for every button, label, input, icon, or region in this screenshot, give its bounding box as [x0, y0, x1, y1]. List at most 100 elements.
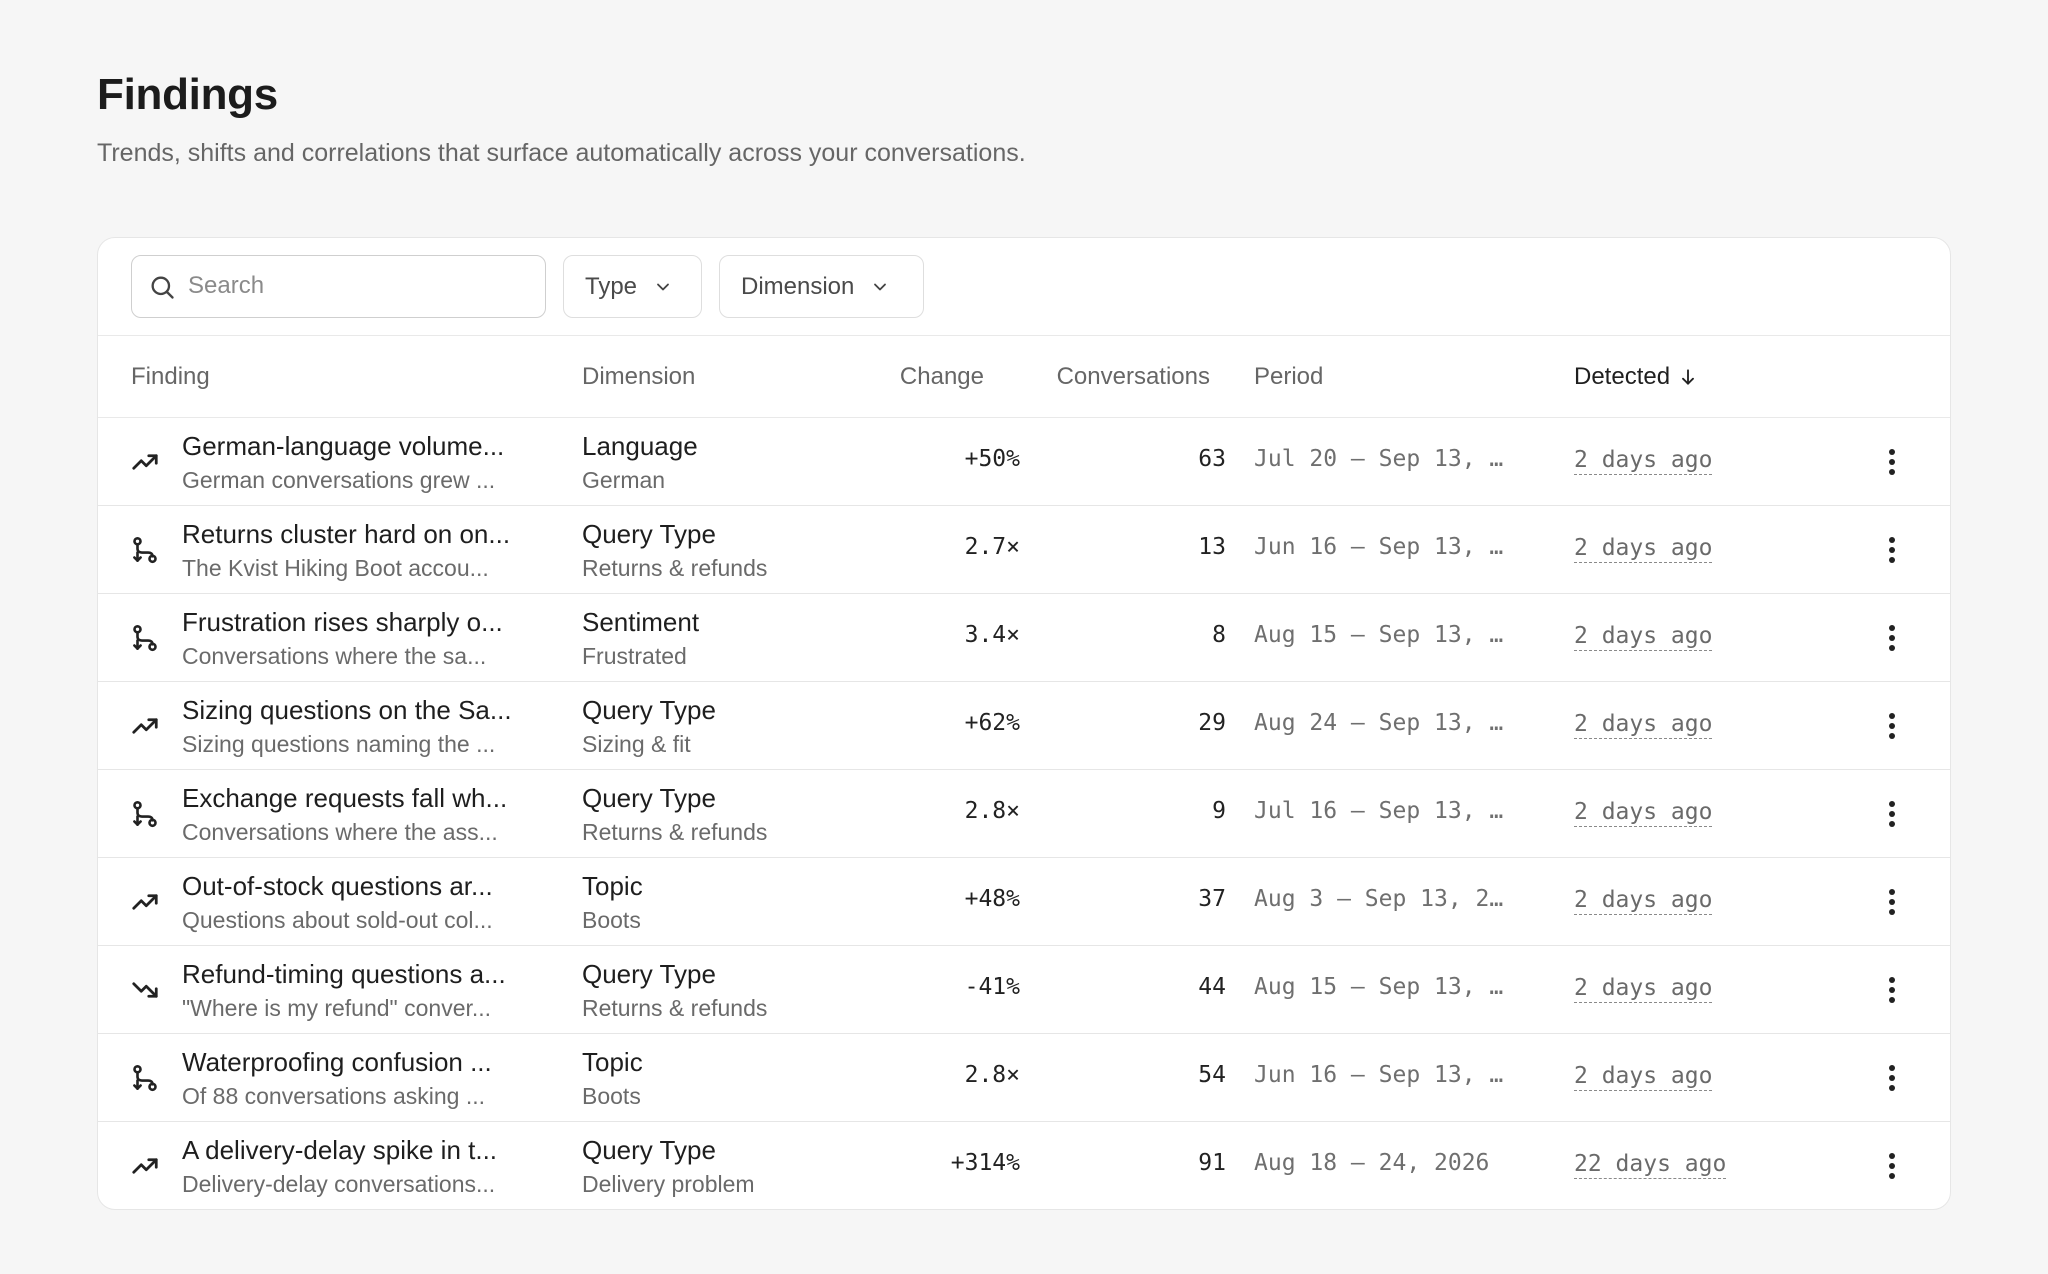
dimension-value: Delivery problem: [582, 1171, 755, 1197]
dimension-name: Query Type: [582, 519, 716, 549]
finding-title[interactable]: Out-of-stock questions ar...: [182, 871, 493, 902]
type-filter-button[interactable]: Type: [563, 255, 702, 318]
column-header-conversations[interactable]: Conversations: [1057, 363, 1210, 391]
table-row[interactable]: Sizing questions on the Sa... Sizing ques…: [98, 682, 1950, 770]
conversation-count: 37: [1198, 886, 1226, 912]
finding-title[interactable]: A delivery-delay spike in t...: [182, 1135, 497, 1166]
dimension-name: Topic: [582, 871, 643, 901]
change-value: +50%: [964, 446, 1020, 472]
dimension-name: Query Type: [582, 959, 716, 989]
dimension-value: Boots: [582, 907, 641, 933]
trend-down-icon: [130, 975, 160, 1005]
change-value: 2.7×: [964, 534, 1020, 560]
detected-time[interactable]: 2 days ago: [1574, 798, 1713, 827]
detected-time[interactable]: 2 days ago: [1574, 1062, 1713, 1091]
row-actions-button[interactable]: [1876, 1060, 1908, 1096]
table-header: Finding Dimension Change Conversations P…: [98, 336, 1950, 418]
conversation-count: 8: [1212, 622, 1226, 648]
dimension-value: Frustrated: [582, 643, 687, 669]
more-vertical-icon: [1889, 625, 1895, 651]
finding-title[interactable]: Frustration rises sharply o...: [182, 607, 503, 638]
period-range: Aug 24 – Sep 13, …: [1254, 710, 1504, 736]
trend-up-icon: [130, 1151, 160, 1181]
finding-description: Delivery-delay conversations...: [182, 1171, 496, 1197]
search-box[interactable]: [131, 255, 546, 318]
table-row[interactable]: German-language volume... German conversa…: [98, 418, 1950, 506]
correlation-icon: [130, 535, 160, 565]
detected-time[interactable]: 2 days ago: [1574, 974, 1713, 1003]
detected-time[interactable]: 2 days ago: [1574, 622, 1713, 651]
table-row[interactable]: Frustration rises sharply o... Conversati…: [98, 594, 1950, 682]
detected-header-label: Detected: [1574, 363, 1671, 390]
table-row[interactable]: Exchange requests fall wh... Conversation…: [98, 770, 1950, 858]
row-actions-button[interactable]: [1876, 884, 1908, 920]
row-actions-button[interactable]: [1876, 444, 1908, 480]
page-title: Findings: [97, 70, 278, 119]
dimension-name: Sentiment: [582, 607, 700, 637]
conversation-count: 63: [1198, 446, 1226, 472]
column-header-finding[interactable]: Finding: [131, 363, 210, 391]
table-row[interactable]: Waterproofing confusion ... Of 88 convers…: [98, 1034, 1950, 1122]
conversation-count: 9: [1212, 798, 1226, 824]
finding-title[interactable]: German-language volume...: [182, 431, 504, 462]
detected-time[interactable]: 22 days ago: [1574, 1150, 1727, 1179]
finding-title[interactable]: Exchange requests fall wh...: [182, 783, 507, 814]
detected-time[interactable]: 2 days ago: [1574, 710, 1713, 739]
finding-title[interactable]: Refund-timing questions a...: [182, 959, 506, 990]
column-header-dimension[interactable]: Dimension: [582, 363, 695, 391]
finding-description: Conversations where the sa...: [182, 643, 487, 669]
detected-time[interactable]: 2 days ago: [1574, 534, 1713, 563]
change-value: +314%: [950, 1150, 1020, 1176]
finding-description: Sizing questions naming the ...: [182, 731, 496, 757]
period-range: Jun 16 – Sep 13, …: [1254, 534, 1504, 560]
detected-time[interactable]: 2 days ago: [1574, 446, 1713, 475]
trend-up-icon: [130, 711, 160, 741]
change-value: +48%: [964, 886, 1020, 912]
change-value: -41%: [964, 974, 1020, 1000]
period-range: Aug 18 – 24, 2026: [1254, 1150, 1490, 1176]
dimension-filter-button[interactable]: Dimension: [719, 255, 924, 318]
chevron-down-icon: [657, 283, 669, 290]
finding-description: "Where is my refund" conver...: [182, 995, 492, 1021]
more-vertical-icon: [1889, 1153, 1895, 1179]
row-actions-button[interactable]: [1876, 972, 1908, 1008]
detected-time[interactable]: 2 days ago: [1574, 886, 1713, 915]
table-row[interactable]: Returns cluster hard on on... The Kvist H…: [98, 506, 1950, 594]
more-vertical-icon: [1889, 889, 1895, 915]
dimension-value: Boots: [582, 1083, 641, 1109]
dimension-name: Query Type: [582, 783, 716, 813]
finding-title[interactable]: Waterproofing confusion ...: [182, 1047, 492, 1078]
dimension-name: Topic: [582, 1047, 643, 1077]
column-header-change[interactable]: Change: [900, 363, 984, 391]
finding-title[interactable]: Returns cluster hard on on...: [182, 519, 510, 550]
period-range: Jul 20 – Sep 13, …: [1254, 446, 1504, 472]
period-range: Aug 15 – Sep 13, …: [1254, 974, 1504, 1000]
search-input[interactable]: [188, 256, 528, 316]
table-row[interactable]: Refund-timing questions a... "Where is my…: [98, 946, 1950, 1034]
row-actions-button[interactable]: [1876, 532, 1908, 568]
row-actions-button[interactable]: [1876, 620, 1908, 656]
dimension-name: Query Type: [582, 695, 716, 725]
more-vertical-icon: [1889, 449, 1895, 475]
row-actions-button[interactable]: [1876, 1148, 1908, 1184]
finding-description: The Kvist Hiking Boot accou...: [182, 555, 489, 581]
conversation-count: 54: [1198, 1062, 1226, 1088]
page-subtitle: Trends, shifts and correlations that sur…: [97, 139, 1026, 167]
column-header-period[interactable]: Period: [1254, 363, 1323, 391]
dimension-filter-label: Dimension: [741, 272, 855, 300]
table-row[interactable]: A delivery-delay spike in t... Delivery-d…: [98, 1122, 1950, 1209]
trend-up-icon: [130, 887, 160, 917]
row-actions-button[interactable]: [1876, 708, 1908, 744]
change-value: 2.8×: [964, 1062, 1020, 1088]
conversation-count: 13: [1198, 534, 1226, 560]
table-row[interactable]: Out-of-stock questions ar... Questions ab…: [98, 858, 1950, 946]
dimension-name: Query Type: [582, 1135, 716, 1165]
row-actions-button[interactable]: [1876, 796, 1908, 832]
period-range: Aug 15 – Sep 13, …: [1254, 622, 1504, 648]
more-vertical-icon: [1889, 713, 1895, 739]
dimension-value: Returns & refunds: [582, 555, 768, 581]
finding-description: Conversations where the ass...: [182, 819, 498, 845]
finding-title[interactable]: Sizing questions on the Sa...: [182, 695, 512, 726]
column-header-detected[interactable]: Detected: [1574, 363, 1698, 391]
conversation-count: 44: [1198, 974, 1226, 1000]
